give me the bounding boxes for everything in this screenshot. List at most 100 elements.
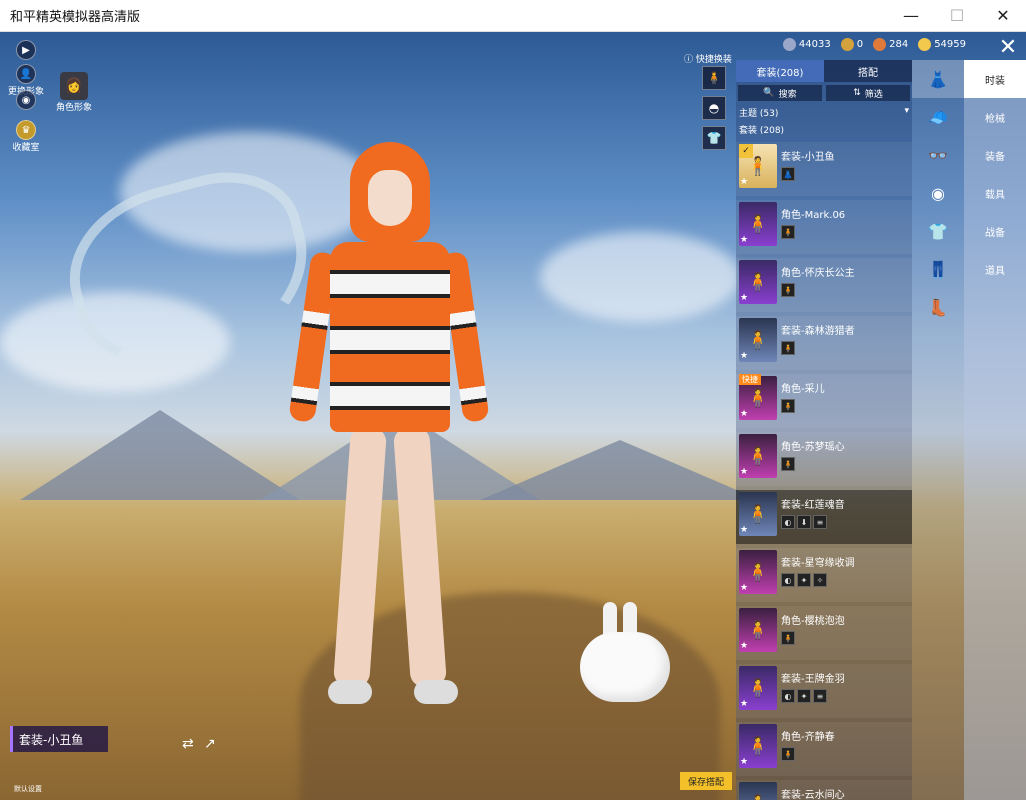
search-label: 搜索: [778, 89, 797, 100]
list-item[interactable]: 🧍 ★ 套装-红莲魂音 ◐ ⬇ ≡: [736, 490, 912, 544]
quick-change-text: 快捷换装: [695, 55, 732, 65]
tab-items[interactable]: 道具: [964, 250, 1026, 288]
star-icon: ★: [740, 525, 749, 535]
mask-icon[interactable]: ◉: [912, 174, 964, 212]
tab-battle-prep[interactable]: 战备: [964, 212, 1026, 250]
list-item-text: 套装-红莲魂音 ◐ ⬇ ≡: [781, 492, 909, 529]
outfit-piece-icon: 🧍: [781, 341, 795, 355]
top-icon[interactable]: 👕: [912, 212, 964, 250]
close-window-button[interactable]: ✕: [980, 0, 1026, 32]
tab-suits[interactable]: 套装(208): [736, 60, 824, 82]
list-item[interactable]: 🧍 ★ 套装-森林游猎者 🧍: [736, 316, 912, 370]
cloud: [540, 232, 740, 322]
pants-icon[interactable]: 👖: [912, 250, 964, 288]
currency-silver: 44033: [782, 38, 831, 51]
fashion-icon[interactable]: 👗: [912, 60, 964, 98]
category-icon-column: 👗 🧢 👓 ◉ 👕 👖 👢: [912, 60, 964, 800]
outfit-icon: 👕: [706, 131, 722, 145]
list-item[interactable]: 🧍 ★ 套装-王牌金羽 ◐ ✦ ≡: [736, 664, 912, 718]
outfit-thumbnail: 🧍★: [739, 260, 777, 304]
outfit-thumbnail: 🧍 ★ 快捷: [739, 374, 777, 420]
list-item[interactable]: 🧍 ★ 角色-怀庆长公主 🧍: [736, 258, 912, 312]
character-face: [368, 170, 412, 226]
filter-button[interactable]: ⇅ 筛选: [826, 85, 910, 101]
bunny-pet[interactable]: [575, 602, 675, 712]
currency-gold-medal: 0: [840, 38, 863, 51]
star-icon: ★: [740, 699, 749, 709]
save-outfit-button[interactable]: 保存搭配: [680, 772, 732, 790]
shoes-icon[interactable]: 👢: [912, 288, 964, 326]
list-item[interactable]: 🧍 ★ ✓ 套装-小丑鱼 👗: [736, 142, 912, 196]
star-icon: ★: [740, 177, 749, 187]
list-item-text: 角色-采儿 🧍: [781, 376, 909, 413]
medal-icon: [840, 38, 854, 51]
share-button[interactable]: ↗: [204, 736, 216, 752]
play-button[interactable]: ▶: [16, 40, 36, 60]
list-item[interactable]: 🧍★套装-云水间心◐✦: [736, 780, 912, 800]
tab-fashion[interactable]: 时装: [964, 60, 1026, 98]
view-toggle-button[interactable]: ◉: [16, 90, 36, 110]
avatar-button[interactable]: 👩 角色形象: [56, 72, 92, 113]
tab-vehicles[interactable]: 载具: [964, 174, 1026, 212]
suit-count: 套装 (208): [736, 121, 912, 138]
list-item[interactable]: 🧍 ★ 角色-樱桃泡泡 🧍: [736, 606, 912, 660]
minimize-button[interactable]: —: [888, 0, 934, 32]
outfit-piece-icon: ≡: [813, 689, 827, 703]
theme-dropdown[interactable]: 主题 (53) ▾: [736, 104, 912, 121]
coupon-icon: [918, 38, 932, 51]
maximize-button[interactable]: ☐: [934, 0, 980, 32]
close-wardrobe-button[interactable]: ✕: [996, 36, 1020, 60]
game-viewport: ▶ 👤 更换形象 ◉ ♛ 收藏室 👩 角色形象 44033 0 284 5495…: [0, 32, 1026, 800]
list-item[interactable]: 🧍 ★ 快捷 角色-采儿 🧍: [736, 374, 912, 428]
outfit-piece-icon: ✧: [813, 573, 827, 587]
glasses-icon[interactable]: 👓: [912, 136, 964, 174]
helmet-icon: ◓: [708, 101, 720, 115]
outfit-piece-icon: ✦: [797, 689, 811, 703]
outfit-piece-icon: 🧍: [781, 225, 795, 239]
search-icon: 🔍: [763, 88, 775, 98]
search-button[interactable]: 🔍 搜索: [738, 85, 822, 101]
outfit-thumbnail: 🧍★: [739, 724, 777, 768]
outfit-piece-icon: 👗: [781, 167, 795, 181]
outfit-piece-icon: 🧍: [781, 747, 795, 761]
star-icon: ★: [740, 293, 749, 303]
list-item[interactable]: 🧍 ★ 角色-苏梦瑶心 🧍: [736, 432, 912, 486]
list-item-text: 角色-怀庆长公主 🧍: [781, 260, 909, 297]
player-character[interactable]: [280, 142, 500, 722]
list-item[interactable]: 🧍 ★ 角色-Mark.06 🧍: [736, 200, 912, 254]
character-shoe: [414, 680, 458, 704]
outfit-name: 角色-采儿: [781, 384, 825, 395]
outfit-thumbnail: 🧍★: [739, 550, 777, 594]
tab-guns[interactable]: 枪械: [964, 98, 1026, 136]
quick-slot-outfit[interactable]: 👕: [702, 126, 726, 150]
outfit-name: 套装-星穹缘收调: [781, 558, 855, 569]
outfit-pieces: ◐ ✦ ≡: [781, 689, 909, 703]
eye-icon: ◉: [16, 90, 36, 110]
quick-slot-character[interactable]: 🧍: [702, 66, 726, 90]
filter-label: 筛选: [864, 89, 883, 100]
currency-bar: 44033 0 284 54959: [782, 38, 966, 51]
category-tab-column: 时装 枪械 装备 载具 战备 道具: [964, 60, 1026, 800]
outfit-thumbnail: 🧍★: [739, 782, 777, 800]
outfit-piece-icon: ≡: [813, 515, 827, 529]
outfit-tabs: 套装(208) 搭配: [736, 60, 912, 82]
outfit-pieces: ◐ ✦ ✧: [781, 573, 909, 587]
quick-tag: 快捷: [739, 374, 761, 385]
outfit-pieces: 🧍: [781, 631, 909, 645]
outfit-pieces: 🧍: [781, 747, 909, 761]
tab-equipment[interactable]: 装备: [964, 136, 1026, 174]
outfit-thumbnail: 🧍 ★ ✓: [739, 144, 777, 188]
swap-button[interactable]: ⇄: [182, 736, 194, 752]
star-icon: ★: [740, 641, 749, 651]
list-item[interactable]: 🧍 ★ 角色-齐静春 🧍: [736, 722, 912, 776]
collection-label: 收藏室: [12, 143, 40, 153]
collection-button[interactable]: ♛ 收藏室: [6, 120, 46, 153]
suit-count-label: 套装 (208): [739, 126, 785, 136]
tab-match[interactable]: 搭配: [824, 60, 912, 82]
list-item[interactable]: 🧍 ★ 套装-星穹缘收调 ◐ ✦ ✧: [736, 548, 912, 602]
star-icon: ★: [740, 757, 749, 767]
list-item-text: 套装-小丑鱼 👗: [781, 144, 909, 181]
quick-slot-helmet[interactable]: ◓: [702, 96, 726, 120]
hat-icon[interactable]: 🧢: [912, 98, 964, 136]
person-icon: 👤: [16, 64, 36, 84]
